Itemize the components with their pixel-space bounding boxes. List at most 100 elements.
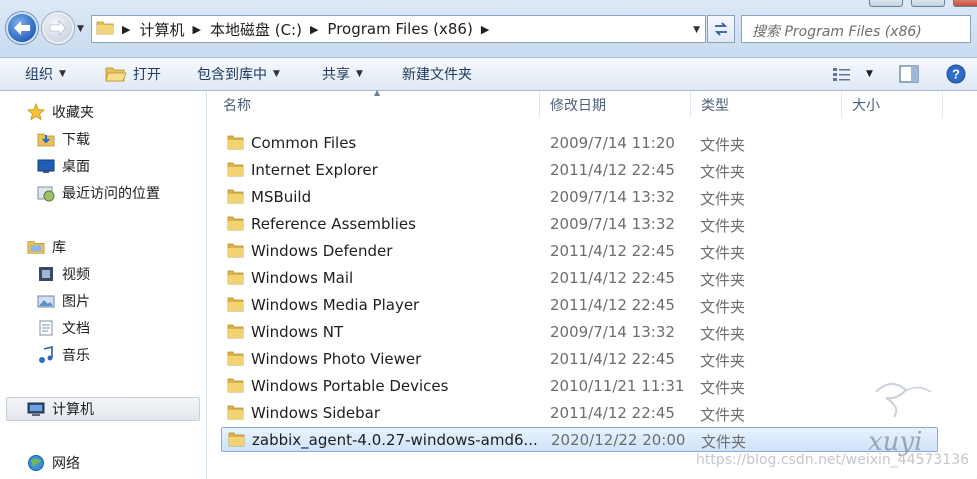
breadcrumb-item[interactable]: 计算机	[139, 19, 184, 40]
nav-item-documents[interactable]: 文档	[37, 316, 90, 340]
file-name: Common Files	[251, 134, 357, 152]
nav-item-desktop[interactable]: 桌面	[37, 154, 90, 178]
chevron-right-icon[interactable]: ▶	[192, 23, 200, 36]
url-watermark: https://blog.csdn.net/weixin_44573136	[696, 452, 970, 468]
nav-item-downloads[interactable]: 下载	[37, 127, 90, 151]
nav-label: 收藏夹	[52, 105, 94, 121]
nav-item-pictures[interactable]: 图片	[37, 289, 90, 313]
file-date: 2010/11/21 11:31	[550, 377, 685, 395]
nav-label: 计算机	[52, 402, 94, 418]
caret-down-icon[interactable]: ▼	[866, 69, 873, 79]
music-library-icon	[37, 346, 55, 364]
help-icon: ?	[946, 64, 966, 84]
back-button[interactable]	[6, 12, 38, 44]
nav-item-libraries[interactable]: 库	[27, 235, 66, 259]
organize-label: 组织	[25, 67, 53, 83]
include-library-label: 包含到库中	[197, 67, 267, 83]
file-type: 文件夹	[700, 190, 746, 208]
file-row[interactable]: Windows Defender 2011/4/12 22:45 文件夹	[221, 239, 938, 264]
column-header-label: 修改日期	[550, 98, 606, 114]
back-arrow-icon	[14, 21, 30, 35]
file-row[interactable]: Windows Photo Viewer 2011/4/12 22:45 文件夹	[221, 347, 938, 372]
file-name: zabbix_agent-4.0.27-windows-amd6...	[252, 431, 538, 449]
file-date: 2009/7/14 13:32	[550, 188, 675, 206]
nav-item-music[interactable]: 音乐	[37, 343, 90, 367]
nav-label: 文档	[62, 321, 90, 337]
file-row[interactable]: MSBuild 2009/7/14 13:32 文件夹	[221, 185, 938, 210]
share-menu[interactable]: 共享 ▼	[322, 62, 363, 86]
nav-label: 下载	[62, 132, 90, 148]
navigation-pane: 收藏夹 下载 桌面 最近访问的位置 库 视频 图片 文档 音乐 计算机 网络	[0, 92, 207, 479]
preview-pane-button[interactable]	[899, 61, 919, 87]
open-folder-icon	[105, 67, 127, 82]
video-library-icon	[37, 265, 55, 283]
maximize-button[interactable]	[911, 0, 945, 7]
column-header-date-modified[interactable]: 修改日期	[541, 92, 691, 118]
nav-item-computer[interactable]: 计算机	[6, 397, 200, 421]
forward-arrow-icon	[49, 20, 67, 36]
forward-button[interactable]	[42, 12, 74, 44]
file-type: 文件夹	[701, 433, 747, 451]
open-button[interactable]: 打开	[105, 62, 161, 86]
file-row[interactable]: Windows NT 2009/7/14 13:32 文件夹	[221, 320, 938, 345]
chevron-right-icon[interactable]: ▶	[122, 23, 130, 36]
file-type: 文件夹	[700, 271, 746, 289]
chevron-right-icon[interactable]: ▶	[481, 23, 489, 36]
file-type: 文件夹	[700, 406, 746, 424]
organize-menu[interactable]: 组织 ▼	[25, 62, 66, 86]
nav-item-favorites[interactable]: 收藏夹	[27, 100, 94, 124]
nav-item-videos[interactable]: 视频	[37, 262, 90, 286]
view-list-icon	[833, 68, 850, 81]
file-name: Windows Mail	[251, 269, 354, 287]
computer-icon	[27, 400, 45, 418]
new-folder-button[interactable]: 新建文件夹	[402, 62, 472, 86]
close-button[interactable]	[953, 0, 977, 7]
recent-pages-dropdown[interactable]: ▼	[77, 24, 84, 34]
nav-label: 库	[52, 240, 66, 256]
file-row[interactable]: Windows Media Player 2011/4/12 22:45 文件夹	[221, 293, 938, 318]
refresh-icon	[714, 22, 728, 36]
change-view-button[interactable]: ▼	[832, 61, 873, 87]
picture-library-icon	[37, 292, 55, 310]
star-icon	[27, 103, 45, 121]
nav-item-network[interactable]: 网络	[27, 451, 80, 475]
file-date: 2009/7/14 11:20	[550, 134, 675, 152]
recent-places-icon	[37, 184, 55, 202]
file-row[interactable]: Windows Sidebar 2011/4/12 22:45 文件夹	[221, 401, 938, 426]
column-header-label: 类型	[701, 98, 729, 114]
file-row[interactable]: Common Files 2009/7/14 11:20 文件夹	[221, 131, 938, 156]
address-history-dropdown[interactable]: ▼	[693, 25, 700, 35]
file-type: 文件夹	[700, 379, 746, 397]
column-header-size[interactable]: 大小	[843, 92, 943, 118]
library-icon	[27, 238, 45, 256]
help-button[interactable]: ?	[946, 61, 966, 87]
search-placeholder: 搜索 Program Files (x86)	[752, 24, 922, 40]
file-type: 文件夹	[700, 352, 746, 370]
address-bar: ▼ ▶ 计算机 ▶ 本地磁盘 (C:) ▶ Program Files (x86…	[0, 0, 977, 58]
file-row[interactable]: Windows Mail 2011/4/12 22:45 文件夹	[221, 266, 938, 291]
include-in-library-menu[interactable]: 包含到库中 ▼	[197, 62, 280, 86]
folder-icon	[96, 19, 114, 39]
breadcrumb-item[interactable]: 本地磁盘 (C:)	[210, 19, 302, 40]
chevron-right-icon[interactable]: ▶	[310, 23, 318, 36]
nav-item-recent-places[interactable]: 最近访问的位置	[37, 181, 160, 205]
file-date: 2009/7/14 13:32	[550, 215, 675, 233]
column-header-type[interactable]: 类型	[692, 92, 842, 118]
open-label: 打开	[133, 67, 161, 83]
refresh-button[interactable]	[707, 15, 735, 43]
breadcrumb-item[interactable]: Program Files (x86)	[327, 20, 472, 38]
search-input[interactable]: 搜索 Program Files (x86)	[741, 15, 971, 43]
folder-icon	[227, 269, 245, 290]
file-row[interactable]: Windows Portable Devices 2010/11/21 11:3…	[221, 374, 938, 399]
file-row[interactable]: Internet Explorer 2011/4/12 22:45 文件夹	[221, 158, 938, 183]
file-date: 2011/4/12 22:45	[550, 242, 675, 260]
file-row[interactable]: Reference Assemblies 2009/7/14 13:32 文件夹	[221, 212, 938, 237]
file-row-selected[interactable]: zabbix_agent-4.0.27-windows-amd6... 2020…	[221, 427, 938, 452]
minimize-button[interactable]	[869, 0, 903, 7]
svg-text:?: ?	[952, 67, 960, 82]
breadcrumb[interactable]: ▶ 计算机 ▶ 本地磁盘 (C:) ▶ Program Files (x86) …	[91, 15, 706, 43]
file-date: 2011/4/12 22:45	[550, 404, 675, 422]
folder-icon	[227, 242, 245, 263]
file-date: 2009/7/14 13:32	[550, 323, 675, 341]
caret-down-icon: ▼	[59, 69, 66, 79]
